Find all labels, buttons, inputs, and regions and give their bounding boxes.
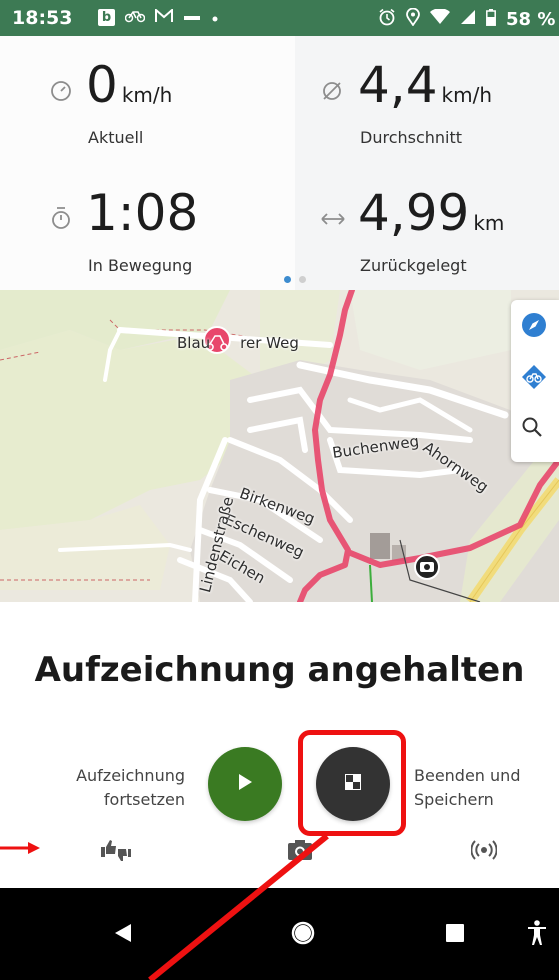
average-icon [321,80,343,108]
gmail-icon [155,7,173,27]
resume-recording-button[interactable] [208,747,282,821]
alarm-icon [378,8,396,31]
speedometer-icon [50,80,72,108]
annotation-arrowhead [28,842,40,854]
battery-percent: 58 % [506,9,556,30]
camera-icon[interactable] [280,832,320,868]
status-system-icons: 58 % [378,7,556,31]
radio-signal-icon[interactable] [464,832,504,868]
system-nav-bar [0,888,559,980]
recents-icon[interactable] [440,918,470,948]
battery-icon [486,8,496,31]
current-speed-label: Aktuell [88,128,144,147]
accessibility-icon[interactable] [522,918,552,948]
status-time: 18:53 [12,7,73,29]
current-speed-value: 0 km/h [86,56,173,114]
average-speed-value: 4,4 km/h [358,56,493,114]
status-notification-icons: b [98,7,219,27]
location-icon [406,7,420,31]
resume-label[interactable]: Aufzeichnung fortsetzen [40,764,185,812]
bike-layer-icon[interactable] [521,364,549,392]
stats-pager[interactable] [284,276,306,283]
map-controls [511,300,559,462]
status-bar: 18:53 b 58 % [0,0,559,36]
home-icon[interactable] [288,918,318,948]
bike-icon [124,8,146,27]
pager-dot[interactable] [299,276,306,283]
moving-time-value: 1:08 [86,184,199,242]
stopwatch-icon [50,206,72,236]
distance-value: 4,99 km [358,184,505,242]
recording-paused-title: Aufzeichnung angehalten [34,650,525,690]
street-label-blauer-weg: Blau rer Weg [177,334,299,352]
moving-time-label: In Bewegung [88,256,193,275]
average-speed-label: Durchschnitt [360,128,463,147]
distance-arrows-icon [320,208,346,233]
annotation-highlight-box [298,730,406,836]
stats-panel[interactable]: 0 km/h Aktuell 4,4 km/h Durchschnitt 1:08 … [0,36,559,290]
finish-and-save-label[interactable]: Beenden und Speichern [414,764,554,812]
wifi-icon [430,8,450,30]
b-app-icon: b [98,9,115,26]
map-view[interactable]: Blau rer Weg Ahornweg Buchenweg Birkenweg… [0,290,559,602]
distance-label: Zurückgelegt [360,256,467,275]
signal-icon [460,9,476,30]
back-icon[interactable] [108,918,138,948]
dot-icon [211,8,219,27]
search-icon[interactable] [521,416,549,444]
pager-dot-active[interactable] [284,276,291,283]
play-icon [237,773,253,795]
minus-icon [183,8,201,27]
thumbs-rating-icon[interactable] [96,832,136,868]
compass-icon[interactable] [521,312,549,340]
photo-marker [414,554,440,580]
